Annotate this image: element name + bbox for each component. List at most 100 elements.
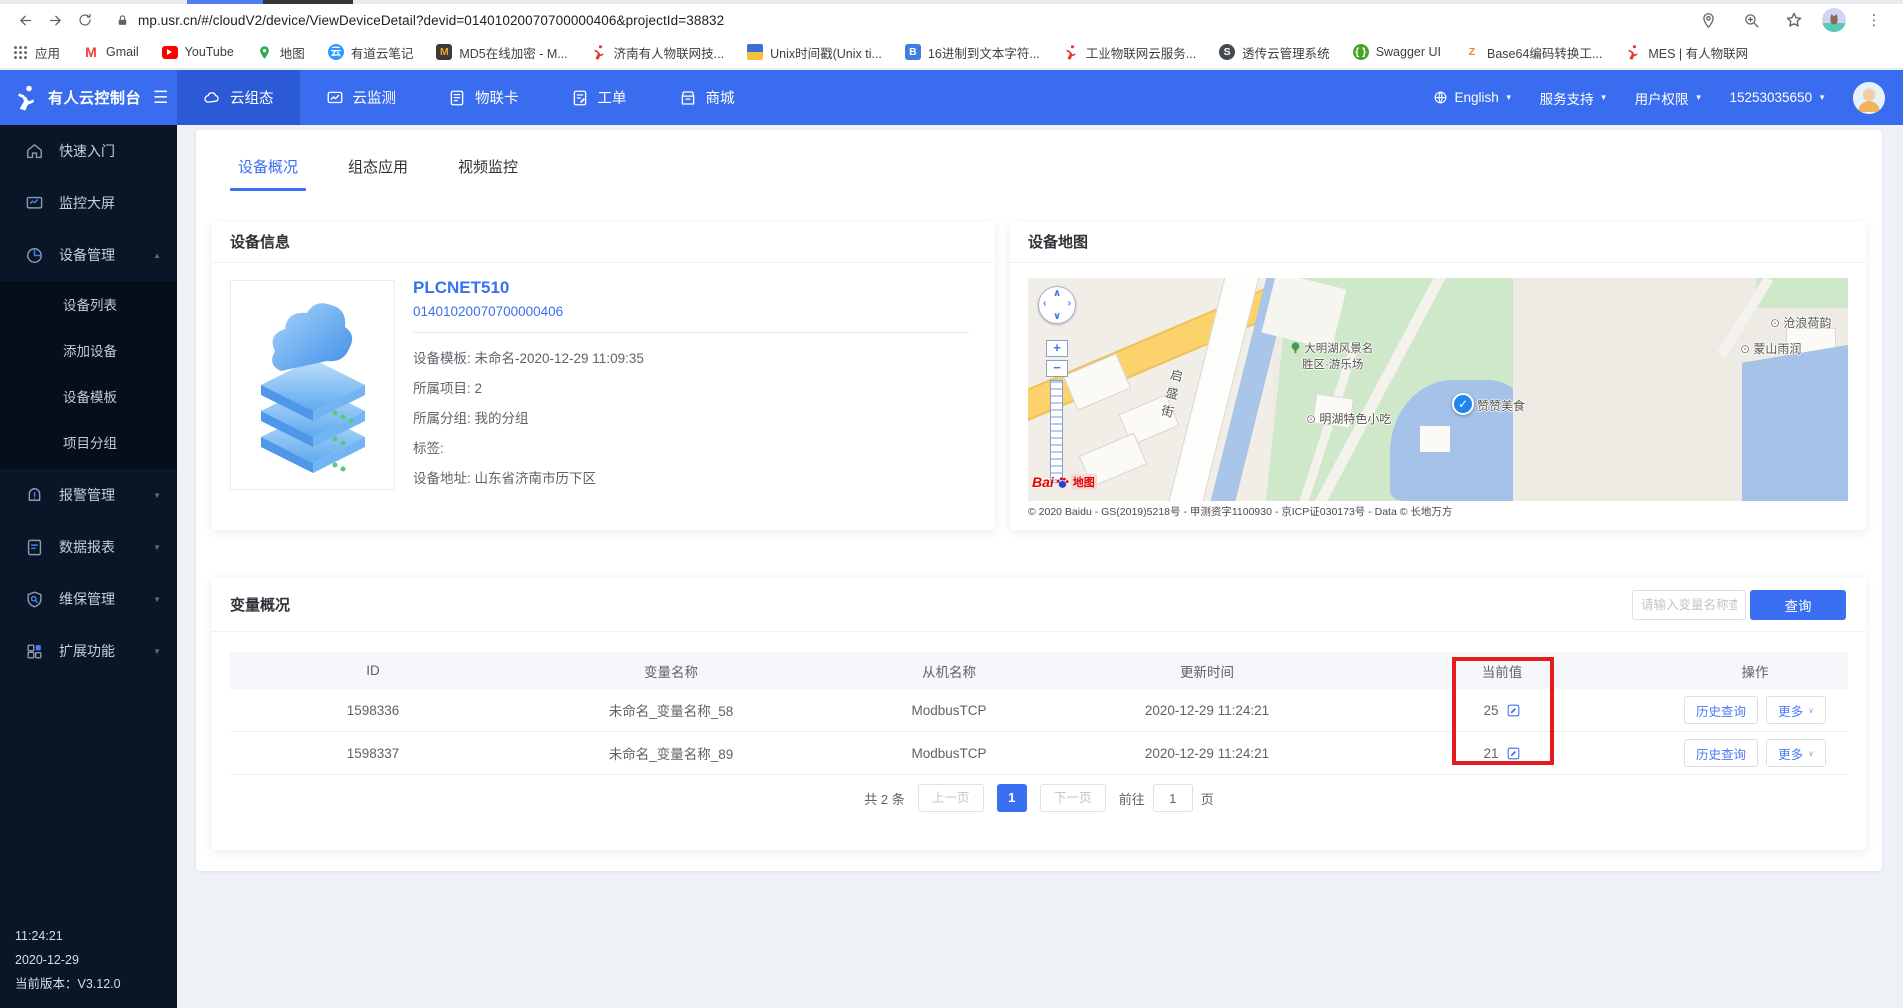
usr-logo-icon	[13, 84, 40, 111]
prev-page-button[interactable]: 上一页	[917, 784, 984, 812]
app-version: 当前版本：V3.12.0	[15, 977, 121, 991]
tab-视频监控[interactable]: 视频监控	[458, 156, 518, 191]
edit-value-icon[interactable]	[1506, 746, 1521, 761]
bookmark-item[interactable]: { } Swagger UI	[1352, 44, 1441, 60]
sidebar-subitem-项目分组[interactable]: 项目分组	[0, 421, 177, 467]
swagger-icon: { }	[1352, 44, 1369, 60]
cell-id: 1598337	[346, 745, 400, 761]
map-zoom-out-button[interactable]: −	[1046, 360, 1068, 377]
map-missing-tile	[1513, 278, 1742, 501]
bookmark-label: 应用	[35, 46, 61, 61]
browser-menu-icon[interactable]: ⋮	[1859, 6, 1889, 34]
current-date: 2020-12-29	[15, 953, 79, 967]
bookmark-item[interactable]: 济南有人物联网技...	[591, 43, 724, 62]
browser-profile-avatar[interactable]	[1822, 8, 1846, 32]
device-id-link[interactable]: 01401020070700000406	[413, 304, 969, 319]
device-map-title: 设备地图	[1010, 222, 1866, 263]
bookmark-label: Swagger UI	[1375, 45, 1441, 59]
app-tab-label: 云监测	[352, 91, 397, 107]
user-avatar[interactable]	[1853, 81, 1885, 114]
more-button[interactable]: 更多 ∨	[1766, 696, 1826, 724]
baidu-map[interactable]: 大明湖风景名 胜区·游乐场 启盛街 ⊙ 明湖特色小吃 赞赞美食 ⊙ 沧浪荷韵 ⊙ 蒙山雨润 …	[1028, 278, 1848, 501]
back-icon[interactable]	[10, 6, 40, 34]
sidebar-subitem-添加设备[interactable]: 添加设备	[0, 329, 177, 375]
sidebar-item-label: 监控大屏	[59, 195, 115, 211]
bookmark-item[interactable]: M MD5在线加密 - M...	[436, 43, 568, 62]
bookmark-item[interactable]: 工业物联网云服务...	[1063, 43, 1196, 62]
reload-icon[interactable]	[70, 6, 100, 34]
history-query-button[interactable]: 历史查询	[1684, 696, 1759, 724]
app-tab-商城[interactable]: 商城	[653, 70, 761, 125]
sidebar-item-快速入门[interactable]: 快速入门	[0, 125, 177, 177]
user-permission-menu[interactable]: 用户权限 ▼	[1635, 88, 1703, 108]
usr-icon	[591, 44, 607, 60]
bookmark-item[interactable]: 地图	[257, 43, 305, 62]
cloud-icon	[203, 89, 221, 107]
page-number-button[interactable]: 1	[996, 784, 1027, 812]
table-header-row: ID 变量名称 从机名称 更新时间 当前值 操作	[230, 652, 1848, 689]
bookmark-item[interactable]: YouTube	[161, 44, 234, 60]
history-query-button[interactable]: 历史查询	[1684, 739, 1759, 767]
service-support-menu[interactable]: 服务支持 ▼	[1540, 88, 1608, 108]
map-pan-control[interactable]: ∧ ∨ ‹ ›	[1038, 286, 1076, 324]
device-location-marker[interactable]: ✓	[1452, 393, 1474, 415]
page-unit-label: 页	[1200, 791, 1214, 807]
column-header-更新时间: 更新时间	[1180, 664, 1234, 680]
bookmark-item[interactable]: Z Base64编码转换工...	[1464, 43, 1602, 62]
bookmark-label: 有道云笔记	[350, 46, 414, 61]
column-header-ID: ID	[366, 663, 380, 678]
report-icon	[25, 538, 44, 557]
bookmark-item[interactable]: Unix时间戳(Unix ti...	[747, 43, 882, 62]
sidebar-item-报警管理[interactable]: 报警管理 ▼	[0, 469, 177, 521]
sidebar-item-监控大屏[interactable]: 监控大屏	[0, 177, 177, 229]
address-bar[interactable]: mp.usr.cn/#/cloudV2/device/ViewDeviceDet…	[106, 6, 1679, 34]
grid-icon	[25, 642, 44, 661]
bookmark-star-icon[interactable]	[1779, 6, 1809, 34]
youtube-icon	[161, 44, 178, 60]
usr-icon	[1063, 44, 1079, 60]
sidebar-item-设备管理[interactable]: 设备管理 ▲	[0, 229, 177, 281]
bookmark-item[interactable]: S 透传云管理系统	[1219, 43, 1330, 62]
bookmark-item[interactable]: MES | 有人物联网	[1625, 43, 1748, 62]
edit-value-icon[interactable]	[1506, 703, 1521, 718]
sidebar-subitem-设备列表[interactable]: 设备列表	[0, 283, 177, 329]
sidebar-item-扩展功能[interactable]: 扩展功能 ▼	[0, 625, 177, 677]
account-phone-menu[interactable]: 15253035650 ▼	[1729, 90, 1826, 105]
sidebar-item-数据报表[interactable]: 数据报表 ▼	[0, 521, 177, 573]
bookmark-item[interactable]: 应用	[12, 43, 60, 62]
tab-设备概况[interactable]: 设备概况	[238, 156, 298, 191]
location-pin-icon[interactable]	[1693, 6, 1723, 34]
bookmark-item[interactable]: B 16进制到文本字符...	[904, 43, 1040, 62]
sidebar-subitem-设备模板[interactable]: 设备模板	[0, 375, 177, 421]
bell-icon	[25, 486, 44, 505]
query-button[interactable]: 查询	[1750, 590, 1846, 620]
device-image-box	[230, 280, 395, 490]
globe-icon	[1433, 90, 1448, 105]
app-tab-物联卡[interactable]: 物联卡	[422, 70, 545, 125]
map-zoom-slider[interactable]	[1050, 380, 1063, 483]
more-button[interactable]: 更多 ∨	[1766, 739, 1826, 767]
device-name-link[interactable]: PLCNET510	[413, 278, 969, 298]
tab-组态应用[interactable]: 组态应用	[348, 156, 408, 191]
app-tab-云组态[interactable]: 云组态	[177, 70, 300, 125]
sidebar-item-维保管理[interactable]: 维保管理 ▼	[0, 573, 177, 625]
zoom-icon[interactable]	[1736, 6, 1766, 34]
column-header-操作: 操作	[1741, 664, 1769, 680]
forward-icon[interactable]	[40, 6, 70, 34]
bookmarks-bar: 应用 M Gmail YouTube 地图 云有道云笔记 M MD5在线加密 - M... 济南…	[0, 36, 1903, 69]
next-page-button[interactable]: 下一页	[1039, 784, 1106, 812]
bookmark-item[interactable]: 云有道云笔记	[327, 43, 414, 62]
collapse-menu-icon[interactable]: ☰	[153, 88, 168, 108]
youdao-icon: 云	[327, 44, 344, 60]
language-switch[interactable]: English ▼	[1433, 90, 1513, 105]
variable-search-input[interactable]	[1632, 590, 1746, 620]
url-text[interactable]: mp.usr.cn/#/cloudV2/device/ViewDeviceDet…	[138, 13, 724, 28]
bookmark-item[interactable]: M Gmail	[83, 44, 139, 60]
sidebar-submenu: 设备列表 添加设备 设备模板 项目分组	[0, 281, 177, 469]
home-icon	[25, 142, 44, 161]
app-tab-工单[interactable]: 工单	[545, 70, 653, 125]
map-zoom-in-button[interactable]: +	[1046, 340, 1068, 357]
chevron-down-icon: ▼	[153, 594, 161, 604]
goto-page-input[interactable]	[1152, 784, 1193, 812]
app-tab-云监测[interactable]: 云监测	[300, 70, 423, 125]
